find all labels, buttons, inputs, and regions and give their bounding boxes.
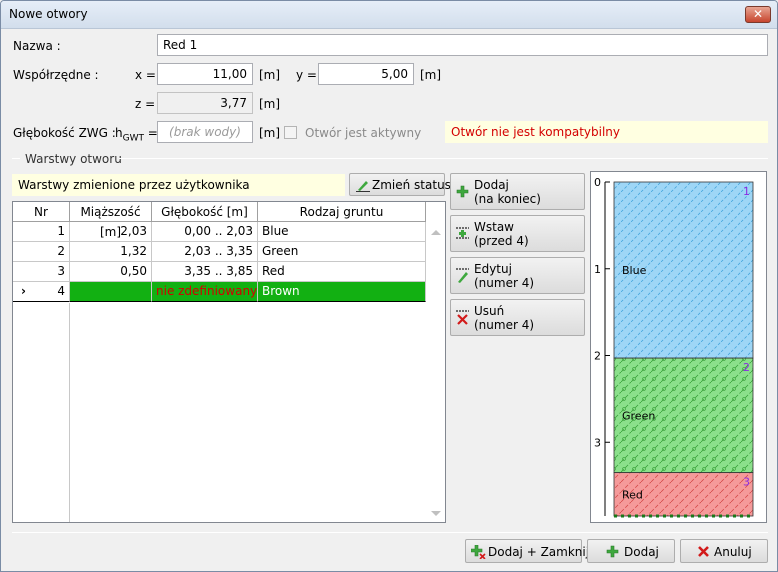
edit-pencil-icon <box>456 268 469 283</box>
remove-layer-label-2: (numer 4) <box>474 318 535 332</box>
profile-depth-tick-label: 0 <box>594 176 601 189</box>
current-row-marker: › <box>21 284 26 298</box>
y-label: y = <box>296 68 317 82</box>
layers-changed-notice: Warstwy zmienione przez użytkownika <box>12 174 345 196</box>
table-row-depth[interactable]: 2,03 .. 3,35 <box>152 242 258 262</box>
y-unit: [m] <box>420 68 442 82</box>
edit-layer-label-1: Edytuj <box>474 262 512 276</box>
table-row-nr[interactable]: 1 <box>13 222 70 242</box>
x-input[interactable]: 11,00 <box>157 63 253 85</box>
active-label: Otwór jest aktywny <box>305 126 422 140</box>
column-header-soil[interactable]: Rodzaj gruntu <box>258 202 426 222</box>
remove-layer-label-1: Usuń <box>474 304 505 318</box>
profile-depth-tick-label: 2 <box>594 350 601 363</box>
table-row-soil[interactable]: Red <box>258 262 426 282</box>
y-input[interactable]: 5,00 <box>318 63 414 85</box>
change-status-label: Zmień status <box>372 178 451 192</box>
group-line-left <box>12 158 20 159</box>
insert-layer-button[interactable]: Wstaw (przed 4) <box>450 215 585 252</box>
add-and-close-label: Dodaj + Zamknij <box>488 545 590 559</box>
insert-layer-label-1: Wstaw <box>474 220 514 234</box>
dialog-window: Nowe otwory ✕ Nazwa : Red 1 Współrzędne … <box>0 0 778 572</box>
title-bar: Nowe otwory ✕ <box>1 1 777 29</box>
table-scrollbar[interactable] <box>426 222 445 522</box>
footer-separator <box>12 532 768 533</box>
add-layer-button[interactable]: Dodaj (na koniec) <box>450 173 585 210</box>
scroll-up-icon[interactable] <box>431 230 441 235</box>
profile-layer-name: Green <box>622 409 655 422</box>
profile-layer-name: Red <box>622 488 643 501</box>
column-header-thickness[interactable]: Miąższość [m] <box>70 202 152 239</box>
table-row-soil[interactable]: Blue <box>258 222 426 242</box>
column-header-nr[interactable]: Nr <box>13 202 70 222</box>
x-unit: [m] <box>259 68 281 82</box>
add-layer-label-1: Dodaj <box>474 178 509 192</box>
gwt-label: Głębokość ZWG : <box>13 126 116 140</box>
close-button[interactable]: ✕ <box>745 6 771 23</box>
z-input: 3,77 <box>157 92 253 114</box>
cancel-label: Anuluj <box>714 545 752 559</box>
layers-table[interactable]: Nr Miąższość [m] Głębokość [m] Rodzaj gr… <box>12 201 446 523</box>
change-status-button[interactable]: Zmień status <box>349 173 451 196</box>
name-input[interactable]: Red 1 <box>157 34 768 56</box>
delete-icon <box>456 310 469 325</box>
group-line-right <box>119 158 768 159</box>
add-close-icon <box>471 545 486 559</box>
profile-layer-number: 1 <box>743 185 750 198</box>
profile-depth-tick-label: 3 <box>594 436 601 449</box>
active-checkbox[interactable] <box>284 126 297 139</box>
add-button[interactable]: Dodaj <box>587 539 675 563</box>
profile-layer-number: 3 <box>743 476 750 489</box>
plus-icon <box>456 185 469 198</box>
cancel-x-icon <box>698 546 709 557</box>
z-unit: [m] <box>259 97 281 111</box>
profile-layer-name: Blue <box>622 264 647 277</box>
table-row-soil[interactable]: Brown <box>258 282 426 302</box>
gwt-input[interactable]: (brak wody) <box>157 121 253 143</box>
edit-layer-label-2: (numer 4) <box>474 276 535 290</box>
profile-layer-number: 2 <box>743 361 750 374</box>
table-row-soil[interactable]: Green <box>258 242 426 262</box>
table-row-thickness[interactable]: 0,50 <box>70 262 152 282</box>
insert-layer-label-2: (przed 4) <box>474 234 529 248</box>
add-and-close-button[interactable]: Dodaj + Zamknij <box>465 539 589 563</box>
edit-layer-button[interactable]: Edytuj (numer 4) <box>450 257 585 294</box>
table-row-depth[interactable]: 0,00 .. 2,03 <box>152 222 258 242</box>
coords-label: Współrzędne : <box>13 68 99 82</box>
borehole-profile: 1 Blue 2 Green 3 Red 0 1 2 3 <box>590 171 767 523</box>
table-row-thickness[interactable]: 1,32 <box>70 242 152 262</box>
scroll-down-icon[interactable] <box>431 511 441 516</box>
add-label: Dodaj <box>624 545 659 559</box>
gwt-symbol: hGWT = <box>115 126 158 144</box>
z-label: z = <box>135 97 156 111</box>
gwt-unit: [m] <box>259 126 281 140</box>
window-title: Nowe otwory <box>9 7 88 21</box>
table-row-nr[interactable]: 2 <box>13 242 70 262</box>
table-row-nr[interactable]: › 4 <box>13 282 70 302</box>
add-layer-label-2: (na koniec) <box>474 192 541 206</box>
name-label: Nazwa : <box>13 39 61 53</box>
cancel-button[interactable]: Anuluj <box>680 539 768 563</box>
table-row-depth[interactable]: nie zdefiniowany <box>152 282 258 302</box>
table-row-depth[interactable]: 3,35 .. 3,85 <box>152 262 258 282</box>
table-row-nr[interactable]: 3 <box>13 262 70 282</box>
pencil-icon <box>356 181 370 192</box>
table-empty-area <box>13 303 70 522</box>
remove-layer-button[interactable]: Usuń (numer 4) <box>450 299 585 336</box>
profile-depth-tick-label: 1 <box>594 263 601 276</box>
borehole-profile-drawing: 1 Blue 2 Green 3 Red 0 1 2 3 <box>594 176 754 518</box>
column-header-depth[interactable]: Głębokość [m] <box>152 202 258 222</box>
plus-icon <box>606 545 619 558</box>
table-row-thickness[interactable]: 2,03 <box>70 222 152 242</box>
layers-group-title: Warstwy otworu <box>25 152 122 166</box>
x-label: x = <box>135 68 156 82</box>
insert-rows-icon <box>456 227 469 239</box>
table-row-thickness[interactable] <box>70 282 152 302</box>
incompatible-warning: Otwór nie jest kompatybilny <box>445 121 768 143</box>
